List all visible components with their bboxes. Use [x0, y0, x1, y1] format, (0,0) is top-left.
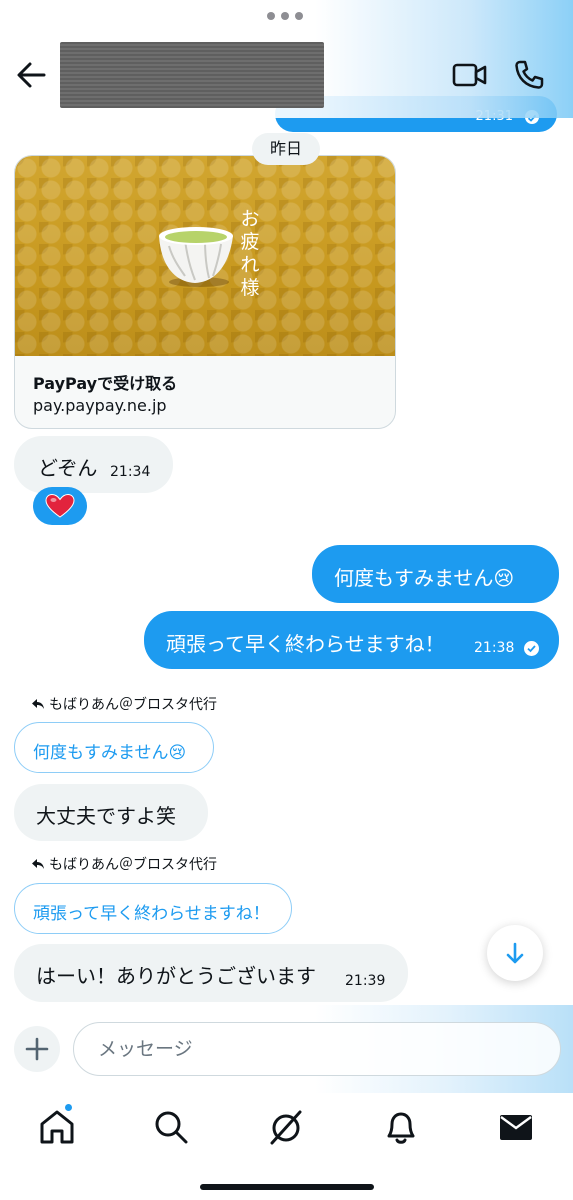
message-text: 頑張って早く終わらせますね！: [166, 632, 445, 656]
video-call-button[interactable]: [451, 58, 489, 92]
arrow-down-icon: [506, 942, 524, 964]
quoted-text: 何度もすみません😢: [33, 743, 187, 763]
tab-notifications[interactable]: [381, 1107, 421, 1147]
tab-messages[interactable]: [496, 1107, 536, 1147]
quoted-text: 頑張って早く終わらせますね！: [33, 904, 270, 924]
read-check-icon: [524, 641, 539, 656]
message-time: 21:34: [110, 464, 151, 480]
phone-icon: [515, 60, 544, 89]
message-text: どぞん: [38, 456, 98, 480]
incoming-message[interactable]: 大丈夫ですよ笑: [14, 784, 208, 841]
plus-icon: [25, 1037, 49, 1061]
video-camera-icon: [452, 63, 487, 87]
grok-icon: [270, 1110, 302, 1145]
quoted-message[interactable]: 何度もすみません😢: [14, 722, 214, 773]
message-text: 大丈夫ですよ笑: [36, 804, 176, 828]
back-button[interactable]: [14, 58, 48, 92]
card-image-text: お疲れ様: [240, 208, 260, 299]
outgoing-message[interactable]: 何度もすみません😢: [312, 545, 559, 603]
message-time: 21:38: [474, 640, 515, 656]
reaction-badge[interactable]: [33, 487, 87, 525]
reply-to-name: もばりあん＠ブロスタ代行: [49, 857, 217, 873]
reply-label: もばりあん＠ブロスタ代行: [31, 854, 217, 874]
tea-cup-icon: [159, 227, 233, 287]
message-time: 21:39: [345, 973, 386, 989]
card-title: PayPayで受け取る: [33, 374, 178, 393]
date-separator: 昨日: [252, 133, 320, 165]
reply-label: もばりあん＠ブロスタ代行: [31, 694, 217, 714]
bell-icon: [387, 1112, 415, 1144]
envelope-icon: [500, 1115, 532, 1140]
quoted-message[interactable]: 頑張って早く終わらせますね！: [14, 883, 292, 934]
add-attachment-button[interactable]: [14, 1026, 60, 1072]
outgoing-message[interactable]: 頑張って早く終わらせますね！ 21:38: [144, 611, 559, 669]
home-notification-dot: [64, 1103, 73, 1112]
heart-icon: [45, 493, 75, 518]
home-icon: [40, 1110, 74, 1144]
conversation-header: [0, 0, 573, 118]
card-domain: pay.paypay.ne.jp: [33, 396, 167, 415]
reply-arrow-icon: [32, 699, 44, 709]
contact-name-redacted[interactable]: [60, 42, 324, 108]
incoming-message[interactable]: はーい！ありがとうございます 21:39: [14, 944, 408, 1002]
arrow-left-icon: [17, 62, 46, 88]
message-input[interactable]: [73, 1022, 561, 1076]
home-indicator: [200, 1184, 374, 1190]
message-text: はーい！ありがとうございます: [36, 964, 316, 988]
tab-search[interactable]: [151, 1107, 191, 1147]
message-text: 何度もすみません😢: [334, 566, 515, 590]
sheet-grabber-icon[interactable]: [267, 12, 303, 20]
incoming-message[interactable]: どぞん 21:34: [14, 436, 173, 493]
reply-arrow-icon: [32, 859, 44, 869]
card-image: お疲れ様: [15, 156, 395, 356]
tab-home[interactable]: [37, 1107, 77, 1147]
tab-grok[interactable]: [266, 1107, 306, 1147]
reply-to-name: もばりあん＠ブロスタ代行: [49, 697, 217, 713]
search-icon: [155, 1111, 188, 1144]
link-preview-card[interactable]: お疲れ様 PayPayで受け取る pay.paypay.ne.jp: [14, 155, 396, 429]
scroll-to-bottom-button[interactable]: [487, 925, 543, 981]
voice-call-button[interactable]: [512, 58, 546, 92]
